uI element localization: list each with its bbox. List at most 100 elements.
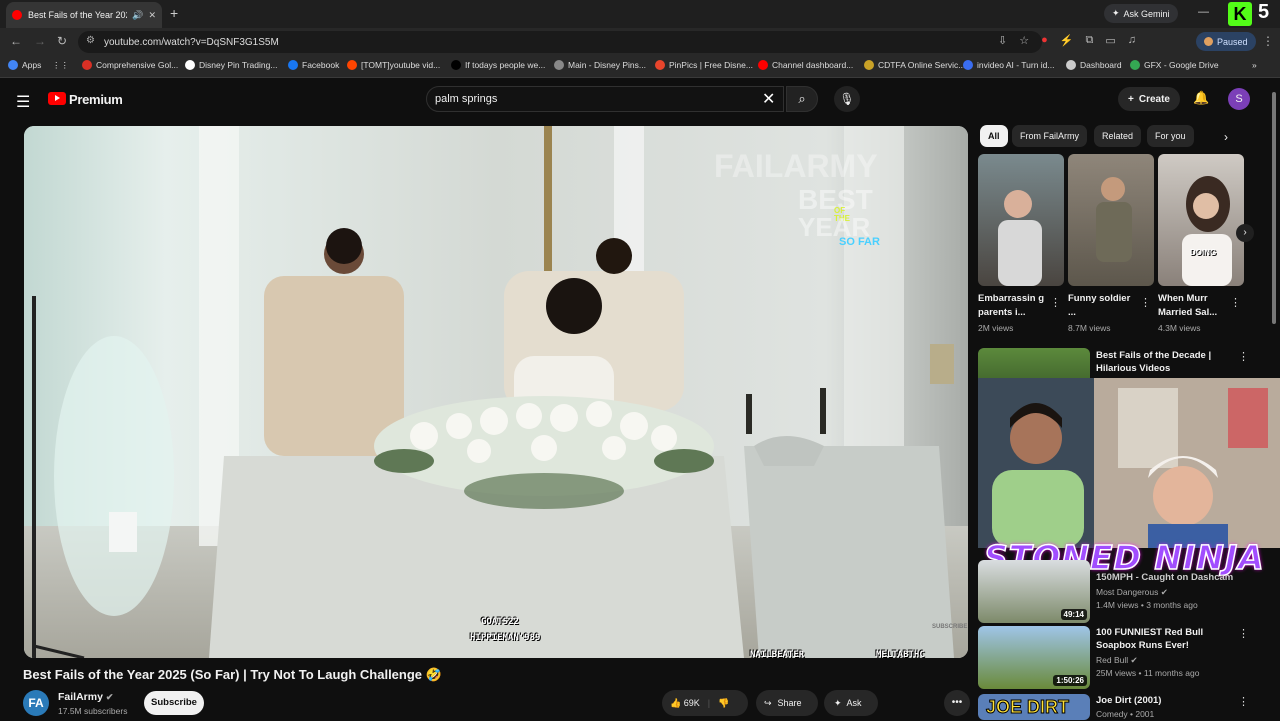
- close-tab-icon[interactable]: ✕: [148, 10, 156, 21]
- recommended-thumbnail[interactable]: 49:14: [978, 560, 1090, 623]
- hamburger-menu-icon[interactable]: ☰: [16, 92, 30, 112]
- short-title[interactable]: When Murr Married Sal...: [1158, 292, 1230, 320]
- bookmark-favicon-icon: [82, 60, 92, 70]
- recommended-thumbnail[interactable]: 1:50:26: [978, 626, 1090, 689]
- recommended-title[interactable]: 150MPH - Caught on Dashcam: [1096, 571, 1236, 584]
- like-divider: |: [707, 698, 711, 708]
- sidepanel-icon[interactable]: ▭: [1105, 34, 1115, 47]
- ask-gemini-button[interactable]: ✦ Ask Gemini: [1104, 4, 1178, 23]
- star-icon[interactable]: ☆: [1019, 34, 1029, 47]
- recommended-menu-icon[interactable]: ⋮: [1238, 627, 1249, 640]
- recommended-meta: 1.4M views • 3 months ago: [1096, 600, 1198, 610]
- short-menu-icon[interactable]: ⋮: [1230, 296, 1241, 309]
- search-button[interactable]: ⌕: [786, 86, 818, 112]
- bookmark-favicon-icon: [655, 60, 665, 70]
- bookmark-item[interactable]: Main - Disney Pins...: [554, 60, 646, 70]
- video-player[interactable]: FAILARMY BEST OF THE YEAR SO FAR SUBSCRI…: [24, 126, 968, 658]
- short-thumbnail[interactable]: DOING: [1158, 154, 1244, 286]
- short-image: [1096, 177, 1132, 262]
- voice-search-button[interactable]: 🎙: [834, 86, 860, 112]
- url-bar[interactable]: ⚙ youtube.com/watch?v=DqSNF3G1S5M: [78, 31, 1042, 53]
- bookmark-item[interactable]: Dashboard: [1066, 60, 1122, 70]
- forward-icon[interactable]: →: [34, 34, 46, 48]
- streamer-webcam: [978, 378, 1280, 548]
- create-button[interactable]: + Create: [1118, 87, 1180, 111]
- short-title[interactable]: Embarrassin g parents i...: [978, 292, 1050, 320]
- search-input[interactable]: palm springs: [426, 86, 784, 112]
- site-info-icon[interactable]: ⚙: [86, 35, 95, 46]
- chip-related[interactable]: Related: [1094, 125, 1142, 147]
- notifications-bell-icon[interactable]: 🔔: [1193, 90, 1209, 106]
- subscribe-watermark: SUBSCRIBE: [932, 624, 968, 630]
- short-thumbnail[interactable]: [978, 154, 1064, 286]
- short-menu-icon[interactable]: ⋮: [1050, 296, 1061, 309]
- bookmark-item[interactable]: CDTFA Online Servic...: [864, 60, 965, 70]
- browser-tab-active[interactable]: Best Fails of the Year 2025 | 🔊 ✕: [6, 2, 162, 28]
- ask-gemini-label: Ask Gemini: [1123, 8, 1170, 19]
- profile-paused-button[interactable]: Paused: [1196, 32, 1256, 51]
- bookmark-item[interactable]: Apps: [8, 60, 41, 70]
- reload-icon[interactable]: ↻: [57, 34, 67, 48]
- media-icon[interactable]: ♫: [1128, 34, 1136, 47]
- short-menu-icon[interactable]: ⋮: [1140, 296, 1151, 309]
- channel-name[interactable]: FailArmy ✔: [58, 691, 113, 703]
- recommended-menu-icon[interactable]: ⋮: [1238, 695, 1249, 708]
- recommended-title[interactable]: Joe Dirt (2001): [1096, 694, 1236, 707]
- chip-from-failarmy[interactable]: From FailArmy: [1012, 125, 1087, 147]
- chip-for-you[interactable]: For you: [1147, 125, 1194, 147]
- recommended-thumbnail[interactable]: JOE DIRT: [978, 694, 1090, 720]
- recommended-menu-icon[interactable]: ⋮: [1238, 350, 1249, 363]
- bookmark-item[interactable]: Facebook: [288, 60, 339, 70]
- clear-search-icon[interactable]: ✕: [762, 89, 775, 109]
- bookmark-favicon-icon: [963, 60, 973, 70]
- game-tag: NAILBEATER: [750, 650, 805, 660]
- bookmark-item[interactable]: GFX - Google Drive: [1130, 60, 1219, 70]
- shorts-next-button[interactable]: ›: [1236, 224, 1254, 242]
- bookmark-favicon-icon: [8, 60, 18, 70]
- scrollbar[interactable]: [1272, 92, 1276, 324]
- video-title: Best Fails of the Year 2025 (So Far) | T…: [23, 667, 442, 682]
- recommended-title[interactable]: Best Fails of the Decade | Hilarious Vid…: [1096, 349, 1236, 375]
- puzzle-icon[interactable]: ⧉: [1085, 34, 1093, 47]
- youtube-favicon-icon: [12, 10, 22, 20]
- premium-logo-text[interactable]: Premium: [69, 92, 123, 107]
- subscriber-count: 17.5M subscribers: [58, 706, 128, 716]
- bookmark-item[interactable]: If todays people we...: [451, 60, 545, 70]
- more-icon: •••: [951, 697, 963, 708]
- share-button[interactable]: ↪ Share: [756, 690, 818, 716]
- short-title[interactable]: Funny soldier ...: [1068, 292, 1140, 320]
- extension-red-icon[interactable]: ●: [1041, 34, 1048, 47]
- more-actions-button[interactable]: •••: [944, 690, 970, 716]
- verified-icon: ✔: [1130, 655, 1138, 665]
- account-avatar[interactable]: S: [1228, 88, 1250, 110]
- chip-all[interactable]: All: [980, 125, 1008, 147]
- new-tab-button[interactable]: +: [170, 5, 178, 21]
- browser-menu-icon[interactable]: ⋮: [1262, 34, 1274, 48]
- apps-grid-icon[interactable]: ⋮⋮: [52, 60, 69, 71]
- like-button[interactable]: 👍 69K: [670, 698, 700, 709]
- channel-avatar[interactable]: FA: [23, 690, 49, 716]
- bookmarks-overflow-icon[interactable]: »: [1252, 60, 1257, 70]
- recommended-meta: 25M views • 11 months ago: [1096, 668, 1200, 678]
- subscribe-button[interactable]: Subscribe: [144, 691, 204, 715]
- speaker-icon[interactable]: 🔊: [132, 10, 143, 21]
- minimize-icon[interactable]: —: [1198, 6, 1209, 18]
- bookmark-item[interactable]: Comprehensive Gol...: [82, 60, 178, 70]
- dislike-button[interactable]: 👎: [718, 698, 729, 709]
- bookmark-label: Comprehensive Gol...: [96, 60, 179, 70]
- chevron-right-icon[interactable]: ›: [1224, 130, 1228, 144]
- ask-button[interactable]: ✦ Ask: [824, 690, 878, 716]
- bookmark-item[interactable]: invideo AI - Turn id...: [963, 60, 1054, 70]
- back-icon[interactable]: ←: [10, 34, 22, 48]
- install-icon[interactable]: ⇩: [998, 34, 1007, 47]
- share-label: Share: [777, 698, 802, 708]
- youtube-logo-icon[interactable]: [48, 92, 66, 105]
- bookmark-item[interactable]: PinPics | Free Disne...: [655, 60, 753, 70]
- bookmark-item[interactable]: Disney Pin Trading...: [185, 60, 277, 70]
- short-thumbnail[interactable]: [1068, 154, 1154, 286]
- bookmark-item[interactable]: Channel dashboard...: [758, 60, 853, 70]
- extension-blue-icon[interactable]: ⚡: [1060, 34, 1074, 47]
- thumbs-up-icon: 👍: [670, 697, 682, 708]
- bookmark-item[interactable]: [TOMT]youtube vid...: [347, 60, 440, 70]
- recommended-title[interactable]: 100 FUNNIEST Red Bull Soapbox Runs Ever!: [1096, 626, 1236, 652]
